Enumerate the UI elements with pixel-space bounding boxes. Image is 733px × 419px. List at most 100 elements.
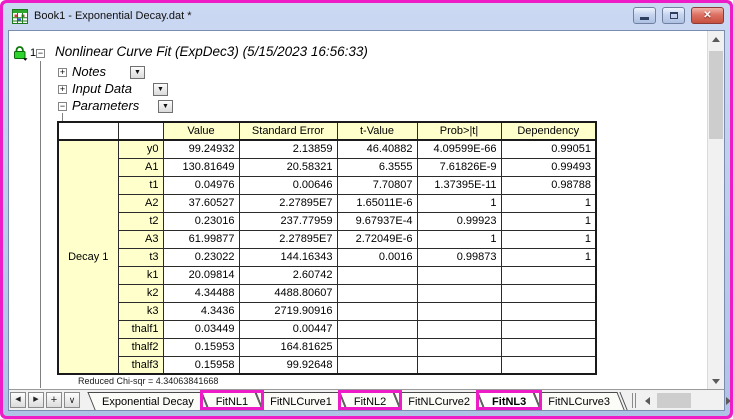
value-cell[interactable]: 0.03449 [162, 319, 240, 339]
add-sheet-button[interactable]: + [46, 392, 62, 408]
report-collapse-toggle[interactable]: − [36, 49, 45, 58]
param-name-cell[interactable]: thalf2 [117, 337, 164, 357]
param-name-cell[interactable]: k2 [117, 283, 164, 303]
value-cell[interactable]: 2719.90916 [238, 301, 338, 321]
value-cell[interactable] [500, 301, 597, 321]
value-cell[interactable]: 144.16343 [238, 247, 338, 267]
tab-scroll-splitter[interactable] [632, 393, 637, 408]
value-cell[interactable]: 7.70807 [336, 175, 418, 195]
value-cell[interactable] [500, 337, 597, 357]
param-name-cell[interactable]: k1 [117, 265, 164, 285]
param-name-cell[interactable]: t1 [117, 175, 164, 195]
value-cell[interactable] [416, 283, 502, 303]
tab-fitnl2[interactable]: FitNL2 [337, 390, 403, 410]
param-name-cell[interactable]: thalf1 [117, 319, 164, 339]
close-button[interactable]: ✕ [691, 7, 724, 24]
column-header-dependency[interactable]: Dependency [500, 121, 597, 141]
value-cell[interactable]: 46.40882 [336, 139, 418, 159]
value-cell[interactable] [336, 319, 418, 339]
value-cell[interactable]: 1 [500, 193, 597, 213]
value-cell[interactable]: 1 [416, 229, 502, 249]
value-cell[interactable]: 20.09814 [162, 265, 240, 285]
vertical-scrollbar[interactable] [707, 31, 724, 389]
value-cell[interactable]: 2.27895E7 [238, 193, 338, 213]
value-cell[interactable]: 4488.80607 [238, 283, 338, 303]
sheet-list-button[interactable]: ∨ [64, 392, 80, 408]
value-cell[interactable] [416, 319, 502, 339]
vertical-scroll-thumb[interactable] [709, 51, 723, 139]
value-cell[interactable]: 4.09599E-66 [416, 139, 502, 159]
value-cell[interactable] [336, 355, 418, 375]
value-cell[interactable]: 99.24932 [162, 139, 240, 159]
tab-fitnlcurve2[interactable]: FitNLCurve2 [397, 392, 481, 410]
value-cell[interactable]: 37.60527 [162, 193, 240, 213]
column-header-prob[interactable]: Prob>|t| [416, 121, 502, 141]
value-cell[interactable] [336, 301, 418, 321]
value-cell[interactable]: 0.99051 [500, 139, 597, 159]
value-cell[interactable]: 0.04976 [162, 175, 240, 195]
tab-fitnl1[interactable]: FitNL1 [199, 390, 265, 410]
group-label-cell[interactable]: Decay 1 [57, 139, 119, 375]
value-cell[interactable]: 2.27895E7 [238, 229, 338, 249]
tab-exponential-decay[interactable]: Exponential Decay [91, 392, 205, 410]
value-cell[interactable]: 61.99877 [162, 229, 240, 249]
value-cell[interactable]: 0.23016 [162, 211, 240, 231]
value-cell[interactable]: 1 [500, 247, 597, 267]
column-header-t-value[interactable]: t-Value [336, 121, 418, 141]
param-name-cell[interactable]: A1 [117, 157, 164, 177]
value-cell[interactable]: 4.3436 [162, 301, 240, 321]
notes-dropdown-button[interactable]: ▼ [130, 66, 145, 79]
column-header-value[interactable]: Value [162, 121, 240, 141]
column-header-standard-error[interactable]: Standard Error [238, 121, 338, 141]
value-cell[interactable]: 6.3555 [336, 157, 418, 177]
param-name-cell[interactable]: y0 [117, 139, 164, 159]
value-cell[interactable] [500, 283, 597, 303]
value-cell[interactable]: 1.37395E-11 [416, 175, 502, 195]
horizontal-scroll-thumb[interactable] [657, 393, 692, 408]
value-cell[interactable]: 0.23022 [162, 247, 240, 267]
notes-expand-toggle[interactable]: + [58, 68, 67, 77]
value-cell[interactable] [336, 265, 418, 285]
tab-scroll-left-button[interactable]: ◀ [10, 392, 26, 408]
value-cell[interactable]: 2.13859 [238, 139, 338, 159]
value-cell[interactable]: 0.99493 [500, 157, 597, 177]
input-data-expand-toggle[interactable]: + [58, 85, 67, 94]
value-cell[interactable] [336, 283, 418, 303]
value-cell[interactable]: 164.81625 [238, 337, 338, 357]
value-cell[interactable]: 237.77959 [238, 211, 338, 231]
value-cell[interactable]: 4.34488 [162, 283, 240, 303]
value-cell[interactable]: 1 [500, 229, 597, 249]
tab-scroll-right-button[interactable]: ▶ [28, 392, 44, 408]
value-cell[interactable]: 7.61826E-9 [416, 157, 502, 177]
tab-fitnlcurve1[interactable]: FitNLCurve1 [259, 392, 343, 410]
value-cell[interactable]: 0.98788 [500, 175, 597, 195]
value-cell[interactable] [416, 301, 502, 321]
value-cell[interactable] [416, 337, 502, 357]
input-data-dropdown-button[interactable]: ▼ [153, 83, 168, 96]
scroll-down-arrow[interactable] [708, 373, 724, 389]
param-name-cell[interactable]: A2 [117, 193, 164, 213]
tab-fitnlcurve3[interactable]: FitNLCurve3 [537, 392, 621, 410]
value-cell[interactable] [500, 265, 597, 285]
value-cell[interactable]: 1 [416, 193, 502, 213]
restore-button[interactable] [662, 7, 685, 24]
value-cell[interactable]: 0.99873 [416, 247, 502, 267]
scroll-up-arrow[interactable] [708, 31, 724, 47]
param-name-cell[interactable]: t2 [117, 211, 164, 231]
value-cell[interactable]: 2.72049E-6 [336, 229, 418, 249]
tab-fitnl3[interactable]: FitNL3 [476, 390, 543, 410]
parameters-dropdown-button[interactable]: ▼ [158, 100, 173, 113]
minimize-button[interactable] [633, 7, 656, 24]
value-cell[interactable] [416, 265, 502, 285]
hscroll-right-button[interactable] [721, 393, 730, 408]
value-cell[interactable]: 1.65011E-6 [336, 193, 418, 213]
param-name-cell[interactable]: A3 [117, 229, 164, 249]
value-cell[interactable]: 0.0016 [336, 247, 418, 267]
horizontal-scrollbar[interactable] [655, 393, 722, 408]
value-cell[interactable] [500, 355, 597, 375]
value-cell[interactable]: 1 [500, 211, 597, 231]
value-cell[interactable]: 0.15958 [162, 355, 240, 375]
value-cell[interactable]: 2.60742 [238, 265, 338, 285]
value-cell[interactable]: 9.67937E-4 [336, 211, 418, 231]
title-bar[interactable]: Book1 - Exponential Decay.dat * ✕ [3, 3, 730, 29]
